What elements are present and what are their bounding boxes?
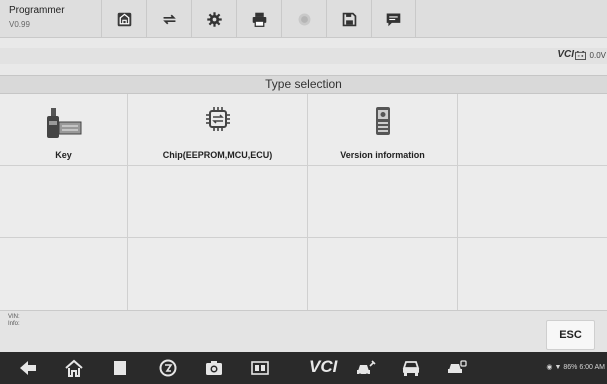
browser-icon bbox=[159, 359, 177, 377]
save-icon bbox=[342, 12, 356, 26]
grid-cell-empty bbox=[0, 238, 128, 310]
home-icon bbox=[65, 359, 83, 377]
home-button[interactable] bbox=[101, 0, 146, 38]
vehicle-service-icon bbox=[357, 360, 376, 377]
grid-cell-empty bbox=[308, 166, 458, 238]
grid-item-version-information[interactable]: Version information bbox=[308, 94, 458, 166]
home-icon bbox=[117, 12, 131, 26]
voltage-value: 0.0V bbox=[589, 51, 606, 60]
home-nav-button[interactable] bbox=[64, 359, 84, 377]
programmer-app: Programmer V0.99 VCI 0.0V Type selection… bbox=[0, 0, 607, 384]
settings-button[interactable] bbox=[191, 0, 236, 38]
grid-cell-empty bbox=[128, 166, 308, 238]
remote-car-icon bbox=[448, 360, 467, 373]
grid-item-label: Chip(EEPROM,MCU,ECU) bbox=[162, 150, 273, 160]
car-icon bbox=[402, 361, 420, 376]
help-icon bbox=[298, 13, 310, 25]
vehicle-swap-button[interactable] bbox=[146, 0, 191, 38]
battery-icon bbox=[575, 51, 586, 60]
info-label: Info: bbox=[8, 321, 20, 327]
vehicle-button[interactable] bbox=[401, 359, 421, 377]
print-button[interactable] bbox=[236, 0, 281, 38]
vin-label: VIN: bbox=[8, 314, 20, 320]
screenshot-icon bbox=[251, 361, 269, 375]
grid-item-label: Version information bbox=[340, 150, 425, 160]
grid-cell-empty bbox=[458, 94, 607, 166]
app-version: V0.99 bbox=[9, 20, 30, 29]
device-info-icon bbox=[375, 107, 390, 135]
notification-icon: ◉ bbox=[546, 364, 553, 371]
toolbar bbox=[101, 0, 416, 38]
camera-button[interactable] bbox=[204, 359, 224, 377]
vci-indicator: VCI bbox=[557, 49, 574, 60]
remote-service-button[interactable] bbox=[447, 359, 467, 377]
save-button[interactable] bbox=[326, 0, 371, 38]
grid-cell-empty bbox=[458, 238, 607, 310]
camera-icon bbox=[206, 361, 222, 375]
vci-shortcut[interactable]: VCI bbox=[309, 357, 337, 377]
esc-button[interactable]: ESC bbox=[546, 320, 595, 350]
top-bar: Programmer V0.99 bbox=[0, 0, 607, 38]
system-nav-bar: VCI ◉ ▼ 86% 6:00 AM bbox=[0, 352, 607, 384]
key-programmer-icon bbox=[46, 108, 81, 138]
status-text: 86% 6:00 AM bbox=[563, 364, 605, 371]
section-title: Type selection bbox=[0, 75, 607, 94]
grid-item-chip[interactable]: Chip(EEPROM,MCU,ECU) bbox=[128, 94, 308, 166]
grid-cell-empty bbox=[458, 166, 607, 238]
screenshot-button[interactable] bbox=[250, 359, 270, 377]
message-icon bbox=[386, 13, 401, 26]
back-icon bbox=[20, 361, 36, 375]
vehicle-service-button[interactable] bbox=[356, 359, 376, 377]
chip-icon bbox=[205, 107, 230, 131]
recent-apps-icon bbox=[114, 361, 126, 375]
printer-icon bbox=[252, 12, 266, 27]
vehicle-info-bar: VIN: Info: ESC bbox=[0, 310, 607, 352]
back-button[interactable] bbox=[18, 359, 38, 377]
grid-cell-empty bbox=[308, 238, 458, 310]
grid-item-label: Key bbox=[55, 150, 72, 160]
browser-button[interactable] bbox=[158, 359, 178, 377]
vehicle-swap-icon bbox=[162, 14, 176, 24]
help-button[interactable] bbox=[281, 0, 326, 38]
grid-item-key[interactable]: Key bbox=[0, 94, 128, 166]
type-selection-grid: Key Chip(EEPROM,MCU,ECU) Version informa… bbox=[0, 94, 607, 310]
grid-cell-empty bbox=[128, 238, 308, 310]
recent-apps-button[interactable] bbox=[110, 359, 130, 377]
status-strip: VCI 0.0V bbox=[0, 48, 607, 64]
wifi-icon: ▼ bbox=[554, 364, 562, 371]
grid-cell-empty bbox=[0, 166, 128, 238]
app-title: Programmer bbox=[9, 5, 65, 16]
message-button[interactable] bbox=[371, 0, 416, 38]
gear-icon bbox=[206, 11, 222, 27]
system-status: ◉ ▼ 86% 6:00 AM bbox=[546, 363, 605, 371]
